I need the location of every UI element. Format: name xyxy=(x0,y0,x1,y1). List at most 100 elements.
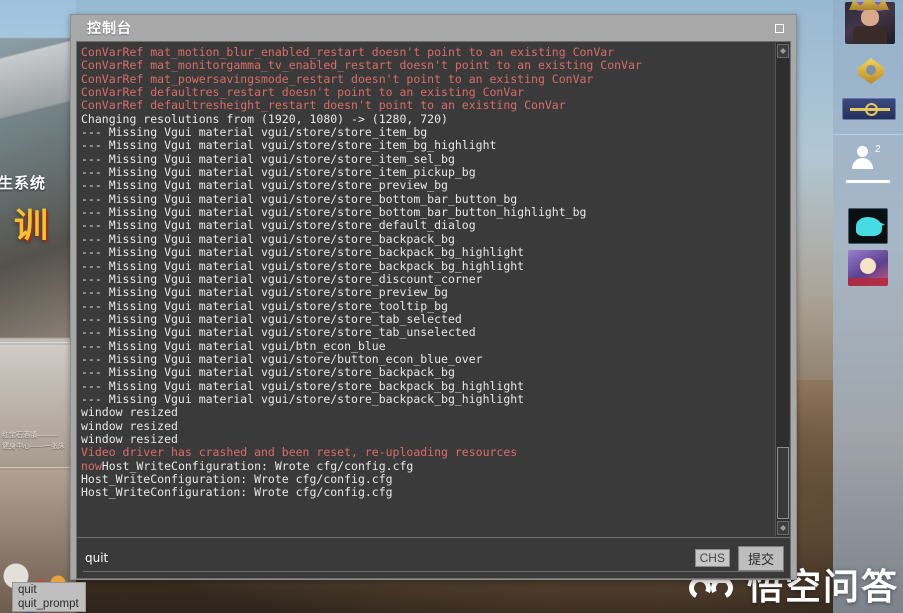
console-log-line: ConVarRef defaultres_restart doesn't poi… xyxy=(81,85,771,99)
console-log-line: --- Missing Vgui material vgui/store/sto… xyxy=(81,192,771,206)
console-log-output[interactable]: ConVarRef mat_motion_blur_enabled_restar… xyxy=(77,42,775,537)
console-log-text: Video driver has crashed and been reset,… xyxy=(81,445,518,460)
console-log-line: --- Missing Vgui material vgui/store/sto… xyxy=(81,326,771,339)
right-sidebar: 2 xyxy=(833,0,903,613)
friends-indicator[interactable]: 2 xyxy=(851,144,887,170)
console-log-text: --- Missing Vgui material vgui/store/sto… xyxy=(81,325,476,340)
console-log-line: --- Missing Vgui material vgui/store/sto… xyxy=(81,298,771,313)
person-body-icon xyxy=(852,158,873,169)
console-log-text: ConVarRef mat_powersavingsmode_restart d… xyxy=(81,71,594,86)
console-scrollbar[interactable] xyxy=(775,43,789,536)
autocomplete-dropdown[interactable]: quit quit_prompt xyxy=(12,582,86,612)
console-log-line: --- Missing Vgui material vgui/store/sto… xyxy=(81,139,771,152)
console-window: 控制台 ConVarRef mat_motion_blur_enabled_re… xyxy=(70,14,797,580)
background-left-column: 生系统 训 红宝石酒镇——— 健身中心——一张床 xyxy=(0,0,76,613)
console-log-text: --- Missing Vgui material vgui/store/sto… xyxy=(81,391,525,406)
weapon-badge[interactable] xyxy=(842,98,896,120)
console-input-row: CHS 提交 xyxy=(77,538,790,578)
anime-character-icon xyxy=(860,258,876,274)
bird-app-icon[interactable] xyxy=(848,208,888,244)
console-log-line: --- Missing Vgui material vgui/store/sto… xyxy=(81,165,771,180)
background-separator-1 xyxy=(0,342,76,343)
background-separator-2 xyxy=(0,467,76,468)
console-log-line: --- Missing Vgui material vgui/store/sto… xyxy=(81,151,771,166)
console-log-line: --- Missing Vgui material vgui/store/sto… xyxy=(81,286,771,299)
command-input[interactable] xyxy=(83,547,695,569)
background-bigtext-cn: 训 xyxy=(14,207,50,245)
background-heading-cn: 生系统 xyxy=(0,175,47,192)
console-log-text: ConVarRef mat_monitorgamma_tv_enabled_re… xyxy=(81,58,642,73)
close-square-icon[interactable] xyxy=(770,19,788,37)
console-log-line: --- Missing Vgui material vgui/store/sto… xyxy=(81,179,771,192)
ime-indicator[interactable]: CHS xyxy=(694,549,730,567)
console-log-line: --- Missing Vgui material vgui/store/sto… xyxy=(81,391,771,406)
console-log-text: --- Missing Vgui material vgui/store/sto… xyxy=(81,138,497,153)
console-log-line: nowHost_WriteConfiguration: Wrote cfg/co… xyxy=(81,458,771,473)
anime-app-icon[interactable] xyxy=(848,250,888,286)
console-log-line: --- Missing Vgui material vgui/store/sto… xyxy=(81,311,771,326)
console-log-text: --- Missing Vgui material vgui/store/sto… xyxy=(81,311,462,326)
console-log-text: --- Missing Vgui material vgui/store/but… xyxy=(81,351,483,366)
console-log-text: --- Missing Vgui material vgui/store/sto… xyxy=(81,218,476,233)
rank-chevron-badge[interactable] xyxy=(858,58,884,84)
console-log-line: --- Missing Vgui material vgui/store/sto… xyxy=(81,125,771,140)
window-title-bar[interactable]: 控制台 xyxy=(71,15,796,41)
console-log-line: ConVarRef mat_powersavingsmode_restart d… xyxy=(81,71,771,86)
console-log-text: --- Missing Vgui material vgui/store/sto… xyxy=(81,231,455,246)
console-log-line: Host_WriteConfiguration: Wrote cfg/confi… xyxy=(81,472,771,486)
bird-body-icon xyxy=(856,217,882,236)
console-log-region: ConVarRef mat_motion_blur_enabled_restar… xyxy=(77,42,790,537)
console-log-line: Video driver has crashed and been reset,… xyxy=(81,446,771,459)
console-log-text: --- Missing Vgui material vgui/store/sto… xyxy=(81,258,525,273)
console-log-line: --- Missing Vgui material vgui/store/sto… xyxy=(81,378,771,393)
console-log-text: window resized xyxy=(81,405,178,420)
console-log-text: Changing resolutions from (1920, 1080) -… xyxy=(81,111,448,126)
rail-accent-line xyxy=(846,180,890,183)
console-log-text-continuation: Host_WriteConfiguration: Wrote cfg/confi… xyxy=(101,458,414,473)
input-underline xyxy=(83,571,784,572)
console-log-line: --- Missing Vgui material vgui/store/sto… xyxy=(81,219,771,232)
scroll-down-icon[interactable] xyxy=(777,521,789,535)
console-log-text: Host_WriteConfiguration: Wrote cfg/confi… xyxy=(81,485,393,500)
console-log-text: window resized xyxy=(81,431,178,446)
crown-icon xyxy=(849,0,889,10)
console-log-text: now xyxy=(81,458,102,473)
submit-button[interactable]: 提交 xyxy=(737,545,784,571)
console-log-text: --- Missing Vgui material vgui/store/sto… xyxy=(81,178,448,193)
console-log-text: --- Missing Vgui material vgui/store/sto… xyxy=(81,151,455,166)
console-log-text: --- Missing Vgui material vgui/store/sto… xyxy=(81,165,476,180)
console-log-text: ConVarRef defaultresheight_restart doesn… xyxy=(81,98,566,113)
scrollbar-thumb[interactable] xyxy=(777,447,789,519)
console-log-text: --- Missing Vgui material vgui/store/sto… xyxy=(81,125,428,140)
autocomplete-item[interactable]: quit_prompt xyxy=(13,597,85,611)
console-body: ConVarRef mat_motion_blur_enabled_restar… xyxy=(76,41,791,579)
anime-icon-strip xyxy=(848,278,888,286)
console-log-text: --- Missing Vgui material vgui/store/sto… xyxy=(81,378,525,393)
autocomplete-item[interactable]: quit xyxy=(13,583,85,597)
console-log-text: ConVarRef mat_motion_blur_enabled_restar… xyxy=(81,45,615,59)
console-log-line: --- Missing Vgui material vgui/store/sto… xyxy=(81,258,771,273)
console-log-line: window resized xyxy=(81,419,771,433)
avatar-body xyxy=(853,26,887,44)
console-log-line: --- Missing Vgui material vgui/store/sto… xyxy=(81,271,771,286)
console-log-text: --- Missing Vgui material vgui/store/sto… xyxy=(81,205,587,220)
scroll-up-icon[interactable] xyxy=(777,44,789,58)
rail-divider xyxy=(833,134,903,135)
console-log-line: --- Missing Vgui material vgui/store/sto… xyxy=(81,205,771,220)
console-log-line: ConVarRef mat_motion_blur_enabled_restar… xyxy=(81,45,771,59)
console-log-text: --- Missing Vgui material vgui/store/sto… xyxy=(81,245,525,260)
console-log-text: --- Missing Vgui material vgui/store/sto… xyxy=(81,365,455,380)
console-log-line: --- Missing Vgui material vgui/store/sto… xyxy=(81,231,771,246)
console-log-line: window resized xyxy=(81,406,771,419)
person-icon xyxy=(857,146,868,157)
page-title: 控制台 xyxy=(87,20,132,36)
console-log-text: --- Missing Vgui material vgui/store/sto… xyxy=(81,298,448,313)
bird-beak-icon xyxy=(879,222,885,227)
console-log-line: --- Missing Vgui material vgui/btn_econ_… xyxy=(81,338,771,353)
console-log-text: --- Missing Vgui material vgui/store/sto… xyxy=(81,285,448,300)
scroll-down-glyph xyxy=(780,525,786,531)
console-log-text: --- Missing Vgui material vgui/store/sto… xyxy=(81,271,483,286)
console-log-text: --- Missing Vgui material vgui/btn_econ_… xyxy=(81,338,386,353)
background-caption-2: 健身中心——一张床 xyxy=(2,443,65,450)
chevron-hole xyxy=(866,65,876,75)
